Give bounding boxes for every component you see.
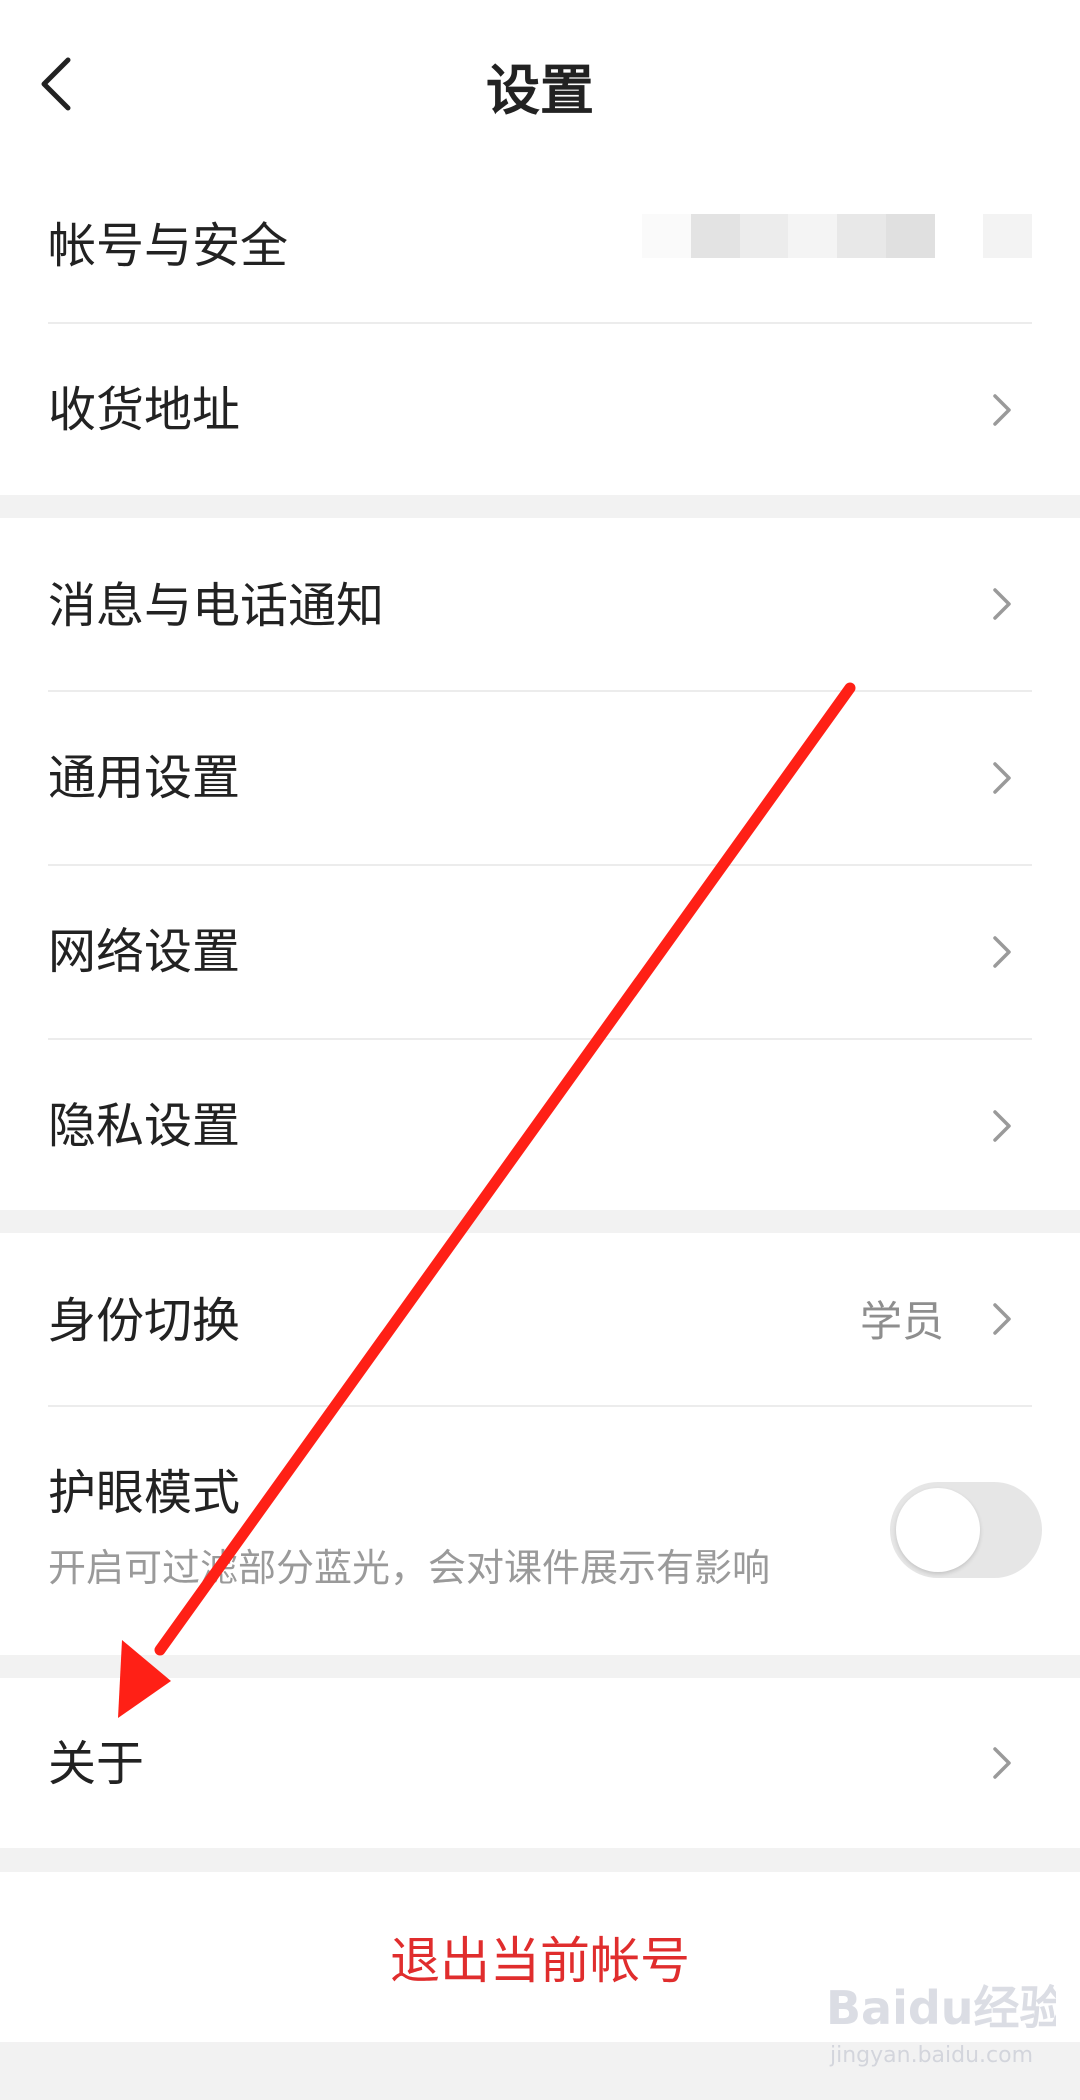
chevron-right-icon (993, 588, 1011, 620)
chevron-right-icon (993, 936, 1011, 968)
eye-mode-toggle[interactable] (890, 1482, 1042, 1578)
about-label: 关于 (48, 1736, 145, 1792)
notifications-label: 消息与电话通知 (48, 578, 385, 634)
watermark-text: Baidu经验 (826, 1981, 1056, 2035)
chevron-right-icon (993, 1747, 1011, 1779)
masked-account-info (642, 214, 1032, 258)
eye-mode-description: 开启可过滤部分蓝光，会对课件展示有影响 (48, 1546, 771, 1590)
identity-switch-item[interactable]: 身份切换 学员 (0, 1233, 1080, 1405)
network-settings-item[interactable]: 网络设置 (0, 866, 1080, 1038)
privacy-settings-label: 隐私设置 (48, 1098, 241, 1154)
address-label: 收货地址 (48, 382, 241, 438)
watermark-logo: Baidu经验 jingyan.baidu.com (826, 1981, 1056, 2068)
privacy-settings-item[interactable]: 隐私设置 (0, 1040, 1080, 1210)
account-security-label: 帐号与安全 (48, 218, 289, 274)
general-settings-label: 通用设置 (48, 750, 241, 806)
chevron-right-icon (993, 1110, 1011, 1142)
watermark-url: jingyan.baidu.com (829, 2043, 1033, 2068)
identity-value: 学员 (859, 1297, 944, 1346)
notifications-item[interactable]: 消息与电话通知 (0, 518, 1080, 690)
chevron-right-icon (993, 394, 1011, 426)
about-item[interactable]: 关于 (0, 1678, 1080, 1848)
nav-bar: 设置 (0, 0, 1080, 170)
chevron-right-icon (993, 1303, 1011, 1335)
chevron-right-icon (993, 762, 1011, 794)
identity-switch-label: 身份切换 (48, 1293, 241, 1349)
eye-mode-label: 护眼模式 (48, 1465, 241, 1521)
toggle-knob (896, 1488, 980, 1572)
page-title: 设置 (486, 58, 594, 122)
general-settings-item[interactable]: 通用设置 (0, 692, 1080, 864)
network-settings-label: 网络设置 (48, 924, 241, 980)
address-item[interactable]: 收货地址 (0, 324, 1080, 495)
